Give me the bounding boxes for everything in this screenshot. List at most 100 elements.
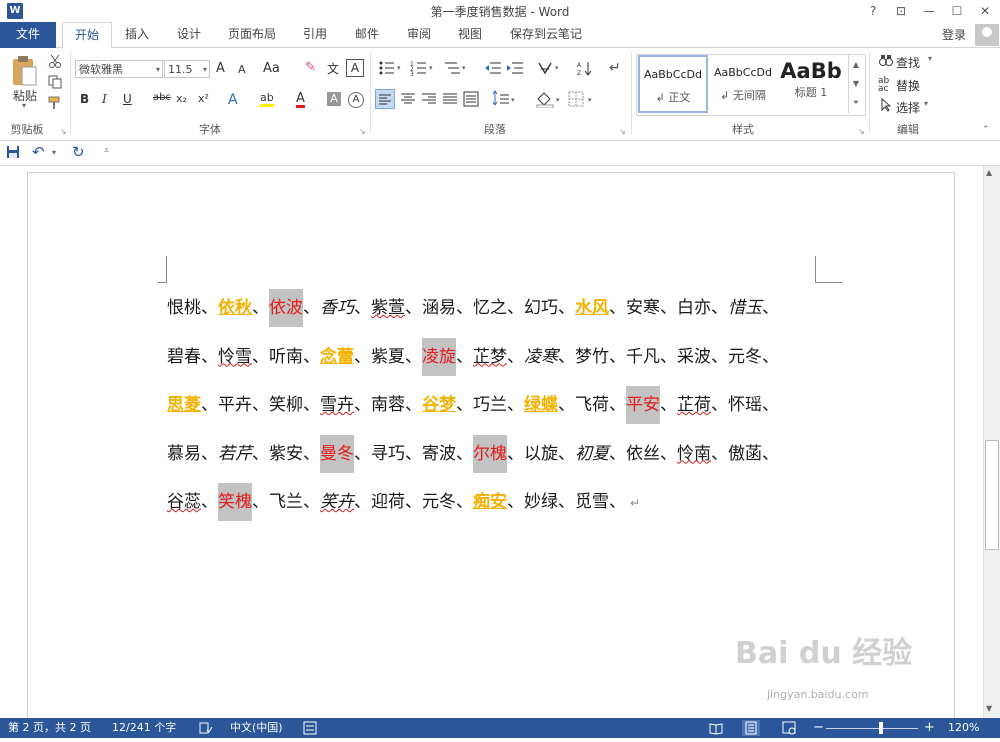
strikethrough-button[interactable]: abc bbox=[153, 92, 171, 103]
select-button[interactable]: 选择 bbox=[896, 99, 920, 116]
tab-insert[interactable]: 插入 bbox=[116, 22, 158, 47]
style-no-spacing[interactable]: AaBbCcDd ↲ 无间隔 bbox=[708, 55, 778, 113]
tab-design[interactable]: 设计 bbox=[168, 22, 210, 47]
zoom-in-button[interactable]: + bbox=[924, 718, 935, 738]
sort-icon[interactable]: AZ bbox=[577, 60, 593, 79]
zoom-slider-thumb[interactable] bbox=[879, 722, 883, 734]
tab-mailings[interactable]: 邮件 bbox=[346, 22, 388, 47]
text-line[interactable]: 慕易、若芹、紫安、曼冬、寻巧、寄波、尔槐、以旋、初夏、依丝、怜南、傲菡、 bbox=[167, 424, 827, 484]
tab-view[interactable]: 视图 bbox=[449, 22, 491, 47]
align-left-button[interactable] bbox=[375, 89, 395, 109]
save-icon[interactable] bbox=[6, 145, 20, 162]
line-spacing-icon[interactable]: ▾ bbox=[490, 90, 518, 111]
text-line[interactable]: 思菱、平卉、笑柳、雪卉、南蓉、谷梦、巧兰、绿蝶、飞荷、平安、芷荷、怀瑶、 bbox=[167, 376, 827, 435]
word-count[interactable]: 12/241 个字 bbox=[112, 718, 176, 738]
undo-icon[interactable]: ↶ bbox=[32, 143, 45, 161]
tab-layout[interactable]: 页面布局 bbox=[222, 22, 282, 47]
customize-qat-icon[interactable]: ⩡ bbox=[104, 146, 109, 156]
zoom-level[interactable]: 120% bbox=[948, 718, 979, 738]
scrollbar-thumb[interactable] bbox=[985, 440, 999, 550]
help-button[interactable]: ? bbox=[862, 2, 884, 20]
tab-review[interactable]: 审阅 bbox=[398, 22, 440, 47]
web-layout-icon[interactable] bbox=[782, 718, 796, 742]
numbering-icon[interactable]: 1 2 3 ▾ bbox=[410, 60, 436, 79]
decrease-indent-icon[interactable] bbox=[484, 60, 502, 79]
align-right-icon[interactable] bbox=[420, 90, 438, 111]
clipboard-launcher-icon[interactable]: ↘ bbox=[60, 127, 67, 136]
bold-button[interactable]: B bbox=[80, 92, 89, 106]
enclose-char-button[interactable]: A bbox=[348, 92, 364, 108]
close-button[interactable]: ✕ bbox=[974, 2, 996, 20]
highlight-color-button[interactable]: ab bbox=[260, 92, 274, 107]
multilevel-list-icon[interactable]: ▾ bbox=[443, 60, 469, 79]
cut-icon[interactable] bbox=[48, 54, 62, 71]
styles-launcher-icon[interactable]: ↘ bbox=[858, 127, 865, 136]
font-size-combo[interactable]: 11.5 ▾ bbox=[164, 60, 210, 78]
paste-dropdown-icon[interactable]: ▾ bbox=[22, 101, 26, 110]
tab-references[interactable]: 引用 bbox=[294, 22, 336, 47]
font-color-button[interactable]: A bbox=[296, 92, 305, 108]
increase-indent-icon[interactable] bbox=[506, 60, 524, 79]
macro-icon[interactable] bbox=[303, 718, 317, 742]
change-case-button[interactable]: Aa bbox=[263, 61, 280, 76]
tab-home[interactable]: 开始 bbox=[62, 22, 112, 49]
chinese-layout-icon[interactable]: ▾ bbox=[537, 60, 563, 79]
copy-icon[interactable] bbox=[48, 75, 62, 92]
grow-font-button[interactable]: A bbox=[216, 61, 225, 76]
phonetic-guide-button[interactable]: 文 bbox=[327, 60, 339, 77]
sign-in-link[interactable]: 登录 bbox=[942, 26, 966, 43]
subscript-button[interactable]: x₂ bbox=[176, 92, 187, 105]
find-button[interactable]: 查找 bbox=[896, 54, 920, 71]
undo-dropdown-icon[interactable]: ▾ bbox=[52, 148, 56, 157]
paragraph-launcher-icon[interactable]: ↘ bbox=[619, 127, 626, 136]
scroll-down-icon[interactable]: ▼ bbox=[986, 704, 992, 713]
minimize-button[interactable]: — bbox=[918, 2, 940, 20]
ribbon-display-options-button[interactable]: ⊡ bbox=[890, 2, 912, 20]
format-painter-icon[interactable] bbox=[48, 96, 62, 113]
scroll-up-icon[interactable]: ▲ bbox=[986, 168, 992, 177]
tab-save-cloud-note[interactable]: 保存到云笔记 bbox=[504, 22, 588, 47]
zoom-slider[interactable] bbox=[826, 728, 918, 729]
shading-icon[interactable]: ▾ bbox=[535, 90, 563, 111]
borders-icon[interactable]: ▾ bbox=[567, 90, 595, 111]
document-body[interactable]: 恨桃、依秋、依波、香巧、紫萱、涵易、忆之、幻巧、水风、安寒、白亦、惜玉、 碧春、怜… bbox=[167, 279, 827, 532]
print-layout-icon[interactable] bbox=[742, 720, 760, 736]
replace-button[interactable]: 替换 bbox=[896, 77, 920, 94]
repeat-icon[interactable]: ↻ bbox=[72, 143, 85, 161]
maximize-button[interactable]: ☐ bbox=[946, 2, 968, 20]
collapse-ribbon-icon[interactable]: ⌃ bbox=[982, 125, 990, 135]
font-name-combo[interactable]: 微软雅黑 ▾ bbox=[75, 60, 163, 78]
distributed-icon[interactable] bbox=[462, 90, 480, 111]
text-line[interactable]: 谷蕊、笑槐、飞兰、笑卉、迎荷、元冬、痴安、妙绿、觅雪、 ↵ bbox=[167, 473, 827, 532]
tab-file[interactable]: 文件 bbox=[0, 22, 56, 48]
shrink-font-button[interactable]: A bbox=[238, 63, 246, 76]
align-center-icon[interactable] bbox=[399, 90, 417, 111]
superscript-button[interactable]: x² bbox=[198, 92, 209, 105]
italic-button[interactable]: I bbox=[102, 92, 107, 106]
justify-icon[interactable] bbox=[441, 90, 459, 111]
styles-scroll[interactable]: ▲ ▼ ⏷ bbox=[848, 55, 863, 113]
replace-icon[interactable]: ab ac bbox=[878, 77, 889, 94]
show-marks-icon[interactable]: ↵ bbox=[609, 60, 621, 76]
bullets-icon[interactable]: ▾ bbox=[378, 60, 404, 79]
avatar[interactable] bbox=[975, 24, 999, 46]
underline-button[interactable]: U bbox=[123, 92, 132, 106]
select-dropdown-icon[interactable]: ▾ bbox=[924, 99, 928, 108]
paste-icon[interactable] bbox=[10, 55, 38, 87]
proofing-icon[interactable] bbox=[199, 718, 213, 742]
text-line[interactable]: 碧春、怜雪、听南、念蕾、紫夏、凌旋、芷梦、凌寒、梦竹、千凡、采波、元冬、 bbox=[167, 327, 827, 387]
select-cursor-icon[interactable] bbox=[880, 97, 892, 115]
text-effect-button[interactable]: A bbox=[228, 92, 238, 108]
text-line[interactable]: 恨桃、依秋、依波、香巧、紫萱、涵易、忆之、幻巧、水风、安寒、白亦、惜玉、 bbox=[167, 279, 827, 338]
page-indicator[interactable]: 第 2 页，共 2 页 bbox=[8, 718, 91, 738]
char-shading-button[interactable]: A bbox=[327, 92, 341, 106]
style-normal[interactable]: AaBbCcDd ↲ 正文 bbox=[638, 55, 708, 113]
char-border-button[interactable]: A bbox=[346, 59, 364, 77]
style-heading-1[interactable]: AaBb 标题 1 bbox=[778, 55, 844, 113]
find-icon[interactable] bbox=[878, 54, 894, 71]
zoom-out-button[interactable]: − bbox=[813, 718, 824, 738]
clear-format-icon[interactable]: ✎ bbox=[305, 60, 316, 75]
language-indicator[interactable]: 中文(中国) bbox=[230, 718, 283, 738]
find-dropdown-icon[interactable]: ▾ bbox=[928, 54, 932, 63]
read-mode-icon[interactable] bbox=[709, 718, 723, 742]
